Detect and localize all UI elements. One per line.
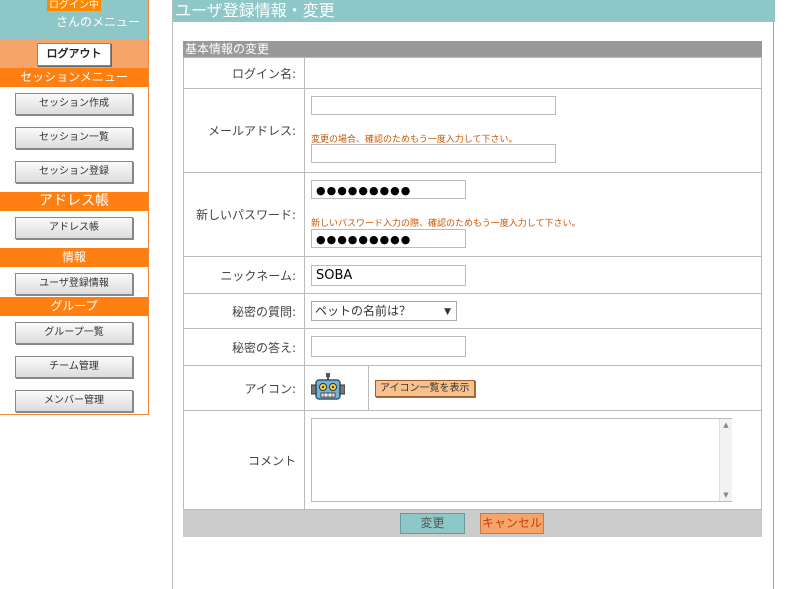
secret-answer-label: 秘密の答え: [183,328,305,366]
icon-label: アイコン: [183,365,305,411]
scroll-down-icon[interactable]: ▼ [720,491,732,499]
comment-scrollbar[interactable]: ▲ ▼ [719,419,732,501]
submit-button[interactable]: 変更 [400,513,465,534]
main-right-border [773,0,774,589]
logout-button[interactable]: ログアウト [37,43,111,66]
user-info-button[interactable]: ユーザ登録情報 [15,273,133,295]
password-field[interactable]: ●●●●●●●●● [311,180,466,199]
password-label: 新しいパスワード: [183,172,305,257]
session-list-button[interactable]: セッション一覧 [15,127,133,149]
section-header: 基本情報の変更 [183,41,762,57]
sidebar-header: ログイン中 さんのメニュー [0,0,148,40]
show-icon-list-button[interactable]: アイコン一覧を表示 [375,380,475,397]
section-session-menu: セッションメニュー [0,68,148,87]
user-info-form: 基本情報の変更 ログイン名: メールアドレス: 変更の場合、確認のためもう一度入… [183,41,762,537]
login-status: ログイン中 [47,0,101,11]
secret-question-label: 秘密の質問: [183,293,305,329]
group-list-button[interactable]: グループ一覧 [15,322,133,344]
secret-question-select[interactable]: ペットの名前は？ ▼ [311,301,457,321]
email-confirm-field[interactable] [311,144,556,163]
comment-label: コメント [183,410,305,510]
sidebar: ログイン中 さんのメニュー ログアウト セッションメニュー セッション作成 セッ… [0,0,149,415]
form-footer: 変更 キャンセル [183,510,762,537]
page-title: ユーザ登録情報・変更 [173,0,775,22]
email-field[interactable] [311,96,556,115]
form-table: ログイン名: メールアドレス: 変更の場合、確認のためもう一度入力して下さい。 … [183,57,762,510]
address-book-button[interactable]: アドレス帳 [15,217,133,239]
team-manage-button[interactable]: チーム管理 [15,356,133,378]
secret-answer-field[interactable] [311,336,466,357]
section-address-book: アドレス帳 [0,192,148,211]
logout-bar: ログアウト [0,40,148,68]
section-group: グループ [0,297,148,316]
comment-textarea[interactable] [311,418,732,502]
nickname-label: ニックネーム: [183,256,305,294]
secret-question-value: ペットの名前は？ [315,304,412,318]
email-label: メールアドレス: [183,88,305,173]
scroll-up-icon[interactable]: ▲ [720,421,732,429]
password-confirm-field[interactable]: ●●●●●●●●● [311,229,466,248]
login-name-value [304,57,762,89]
section-info: 情報 [0,248,148,267]
nickname-field[interactable] [311,265,466,286]
session-register-button[interactable]: セッション登録 [15,161,133,183]
icon-preview-cell [305,366,369,410]
member-manage-button[interactable]: メンバー管理 [15,390,133,412]
main-left-border [172,0,173,589]
robot-icon [311,373,345,400]
user-menu-title: さんのメニュー [55,15,140,29]
cancel-button[interactable]: キャンセル [480,513,544,534]
session-create-button[interactable]: セッション作成 [15,93,133,115]
password-note: 新しいパスワード入力の際、確認のためもう一度入力して下さい。 [311,219,581,229]
login-name-label: ログイン名: [183,57,305,89]
chevron-down-icon: ▼ [444,307,451,317]
